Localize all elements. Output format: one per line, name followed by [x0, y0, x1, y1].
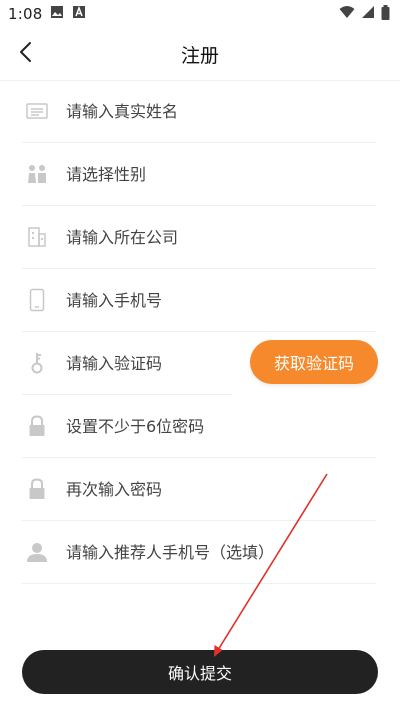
company-input[interactable] — [64, 226, 376, 248]
image-icon — [50, 5, 64, 23]
status-bar: 1:08 — [0, 0, 400, 28]
password-field-row — [22, 395, 376, 458]
gender-icon — [24, 161, 50, 187]
key-icon — [24, 350, 50, 376]
name-input[interactable] — [64, 100, 376, 122]
code-field-row: 获取验证码 — [22, 332, 378, 395]
referrer-field-row — [22, 521, 376, 584]
battery-icon — [381, 4, 390, 24]
confirm-password-input[interactable] — [64, 478, 376, 500]
lock-icon — [24, 413, 50, 439]
name-field-row — [22, 80, 376, 143]
gender-field-row[interactable] — [22, 143, 376, 206]
lock-icon — [24, 476, 50, 502]
phone-field-row — [22, 269, 376, 332]
navigation-bar: 注册 — [0, 28, 400, 81]
submit-button[interactable]: 确认提交 — [22, 650, 378, 694]
page-title: 注册 — [180, 44, 219, 67]
wifi-icon — [339, 5, 355, 23]
a-notification-icon — [72, 5, 86, 23]
user-icon — [24, 539, 50, 565]
company-field-row — [22, 206, 376, 269]
confirm-password-field-row — [22, 458, 376, 521]
cellular-signal-icon — [361, 5, 375, 23]
back-button[interactable] — [8, 36, 44, 72]
referrer-phone-input[interactable] — [64, 541, 376, 563]
building-icon — [24, 224, 50, 250]
id-card-icon — [24, 98, 50, 124]
password-input[interactable] — [64, 415, 376, 437]
chevron-left-icon — [19, 41, 33, 67]
status-time: 1:08 — [8, 5, 43, 23]
get-code-button[interactable]: 获取验证码 — [250, 340, 378, 384]
phone-icon — [24, 287, 50, 313]
status-left: 1:08 — [8, 5, 86, 23]
phone-input[interactable] — [64, 289, 376, 311]
gender-select[interactable] — [64, 163, 376, 185]
status-right — [339, 4, 390, 24]
register-form: 获取验证码 — [0, 80, 400, 584]
